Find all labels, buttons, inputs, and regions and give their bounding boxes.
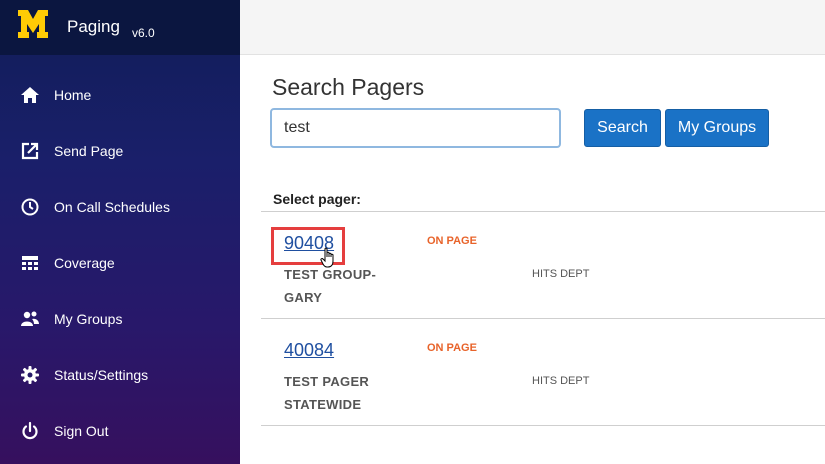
pager-name: STATEWIDE bbox=[284, 397, 362, 412]
app-name: Paging bbox=[67, 17, 120, 36]
sidebar: Paging v6.0 Home Send Page On Call Sched… bbox=[0, 0, 240, 464]
sidebar-item-label: Coverage bbox=[54, 255, 115, 271]
pager-name: TEST PAGER bbox=[284, 374, 370, 389]
pager-link[interactable]: 40084 bbox=[284, 340, 334, 361]
select-pager-label: Select pager: bbox=[273, 191, 361, 207]
home-icon bbox=[21, 87, 39, 103]
divider bbox=[261, 425, 825, 426]
search-button[interactable]: Search bbox=[584, 109, 661, 147]
university-m-logo bbox=[18, 10, 48, 38]
clock-icon bbox=[21, 198, 39, 216]
sidebar-item-label: Status/Settings bbox=[54, 367, 149, 383]
status-badge: ON PAGE bbox=[427, 235, 477, 247]
users-icon bbox=[21, 311, 39, 326]
hand-cursor-icon bbox=[320, 247, 334, 268]
sidebar-item-label: Sign Out bbox=[54, 423, 109, 439]
calendar-icon bbox=[22, 256, 38, 270]
sidebar-item-status-settings[interactable]: Status/Settings bbox=[0, 355, 240, 395]
sidebar-item-home[interactable]: Home bbox=[0, 75, 240, 115]
pager-department: HITS DEPT bbox=[532, 375, 590, 387]
sidebar-item-my-groups[interactable]: My Groups bbox=[0, 299, 240, 339]
status-badge: ON PAGE bbox=[427, 342, 477, 354]
page-title: Search Pagers bbox=[272, 74, 425, 100]
power-icon bbox=[22, 421, 38, 440]
sidebar-item-sign-out[interactable]: Sign Out bbox=[0, 411, 240, 451]
sidebar-item-label: My Groups bbox=[54, 311, 123, 327]
app-version: v6.0 bbox=[132, 26, 155, 40]
send-page-icon bbox=[21, 142, 39, 160]
divider bbox=[261, 211, 825, 212]
search-input[interactable] bbox=[270, 108, 561, 148]
sidebar-item-label: On Call Schedules bbox=[54, 199, 170, 215]
paging-app: Paging v6.0 Home Send Page On Call Sched… bbox=[0, 0, 825, 464]
brand-header[interactable]: Paging v6.0 bbox=[0, 0, 240, 55]
sidebar-item-coverage[interactable]: Coverage bbox=[0, 243, 240, 283]
divider bbox=[261, 318, 825, 319]
gear-icon bbox=[21, 366, 39, 384]
sidebar-item-label: Send Page bbox=[54, 143, 124, 159]
pager-name: GARY bbox=[284, 290, 323, 305]
my-groups-button[interactable]: My Groups bbox=[665, 109, 769, 147]
pager-department: HITS DEPT bbox=[532, 268, 590, 280]
sidebar-item-send-page[interactable]: Send Page bbox=[0, 131, 240, 171]
top-bar bbox=[240, 0, 825, 55]
sidebar-item-on-call-schedules[interactable]: On Call Schedules bbox=[0, 187, 240, 227]
sidebar-item-label: Home bbox=[54, 87, 92, 103]
